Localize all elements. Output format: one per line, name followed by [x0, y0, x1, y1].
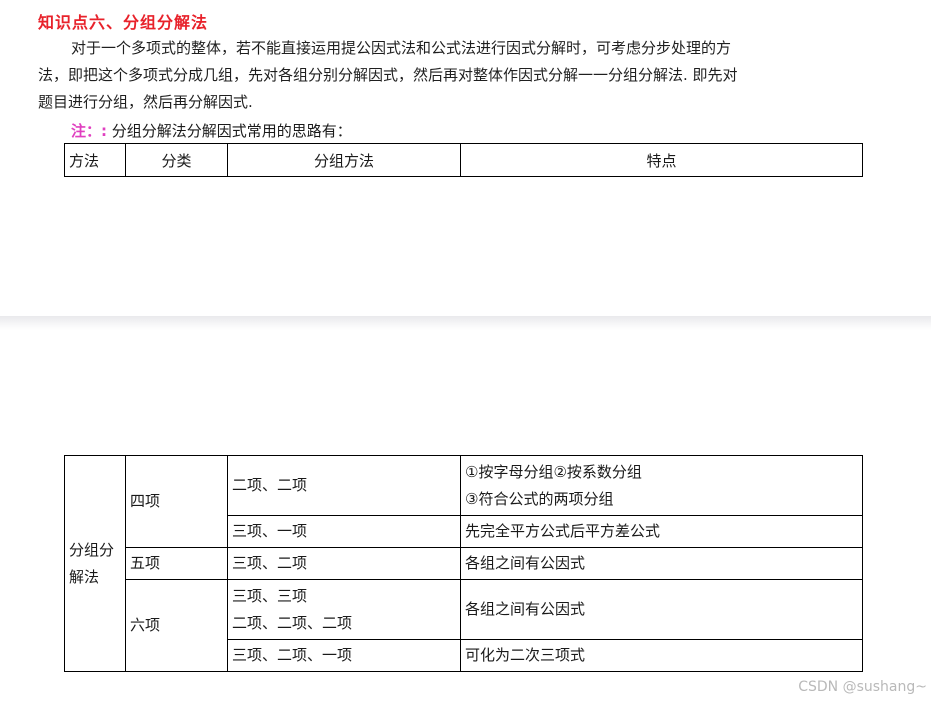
- cell-line: 三项、三项: [232, 586, 308, 605]
- header-cell-grouping: 分组方法: [227, 143, 461, 177]
- cell-grouping: 三项、一项: [227, 515, 461, 548]
- page-break: [0, 316, 931, 330]
- cell-line: 各组之间有公因式: [465, 600, 586, 618]
- cell-line: ③符合公式的两项分组: [465, 489, 614, 508]
- table-row: 分组分 解法 四项 二项、二项 ①按字母分组②按系数分组 ③符合公式的两项分组: [64, 455, 863, 672]
- cell-line: 先完全平方公式后平方差公式: [465, 522, 661, 540]
- method-table-body: 分组分 解法 四项 二项、二项 ①按字母分组②按系数分组 ③符合公式的两项分组 …: [64, 455, 863, 672]
- paragraph-line: 对于一个多项式的整体，若不能直接运用提公因式法和公式法进行因式分解时，可考虑分步…: [71, 39, 732, 57]
- cell-grouping: 三项、二项: [227, 547, 461, 580]
- cell-line: 二项、二项、二项: [232, 613, 353, 632]
- note-tag: 注：:: [71, 122, 107, 140]
- section-title: 知识点六、分组分解法: [38, 13, 209, 32]
- intro-paragraph: 对于一个多项式的整体，若不能直接运用提公因式法和公式法进行因式分解时，可考虑分步…: [38, 35, 898, 116]
- page-top: 知识点六、分组分解法 对于一个多项式的整体，若不能直接运用提公因式法和公式法进行…: [0, 0, 931, 316]
- cell-class: 四项: [125, 455, 228, 548]
- cell-feature: 可化为二次三项式: [460, 639, 863, 672]
- note: 注：: 分组分解法分解因式常用的思路有：: [71, 120, 352, 141]
- paragraph-line: 法，即把这个多项式分成几组，先对各组分别分解因式，然后再对整体作因式分解一一分组…: [38, 66, 738, 84]
- cell-class: 六项: [125, 579, 228, 672]
- cell-line: ①按字母分组②按系数分组: [465, 462, 642, 481]
- cell-grouping: 二项、二项: [227, 455, 461, 516]
- paragraph-line: 题目进行分组，然后再分解因式.: [38, 93, 253, 111]
- watermark: CSDN @sushang~: [798, 679, 927, 695]
- cell-method: 分组分 解法: [64, 455, 126, 672]
- cell-grouping: 三项、三项 二项、二项、二项: [227, 579, 461, 640]
- header-cell-feature: 特点: [460, 143, 863, 177]
- table-header-row: 方法 分类 分组方法 特点: [64, 143, 863, 177]
- cell-feature: ①按字母分组②按系数分组 ③符合公式的两项分组: [460, 455, 863, 516]
- cell-line: 各组之间有公因式: [465, 554, 586, 572]
- cell-feature: 各组之间有公因式: [460, 547, 863, 580]
- table-row: 五项 三项、二项 各组之间有公因式: [65, 547, 863, 580]
- cell-line: 三项、二项、一项: [232, 646, 353, 664]
- cell-line: 解法: [69, 567, 100, 586]
- cell-line: 二项、二项: [232, 476, 308, 494]
- cell-feature: 先完全平方公式后平方差公式: [460, 515, 863, 548]
- cell-line: 三项、二项: [232, 554, 308, 572]
- cell-line: 可化为二次三项式: [465, 646, 586, 664]
- cell-line: 分组分: [69, 540, 115, 559]
- header-cell-class: 分类: [125, 143, 228, 177]
- cell-line: 三项、一项: [232, 522, 308, 540]
- header-cell-method: 方法: [64, 143, 126, 177]
- cell-grouping: 三项、二项、一项: [227, 639, 461, 672]
- note-text: 分组分解法分解因式常用的思路有：: [111, 122, 352, 140]
- table-row: 六项 三项、三项 二项、二项、二项 各组之间有公因式: [65, 579, 863, 672]
- cell-class: 五项: [125, 547, 228, 580]
- method-table-header: 方法 分类 分组方法 特点: [64, 143, 863, 177]
- cell-feature: 各组之间有公因式: [460, 579, 863, 640]
